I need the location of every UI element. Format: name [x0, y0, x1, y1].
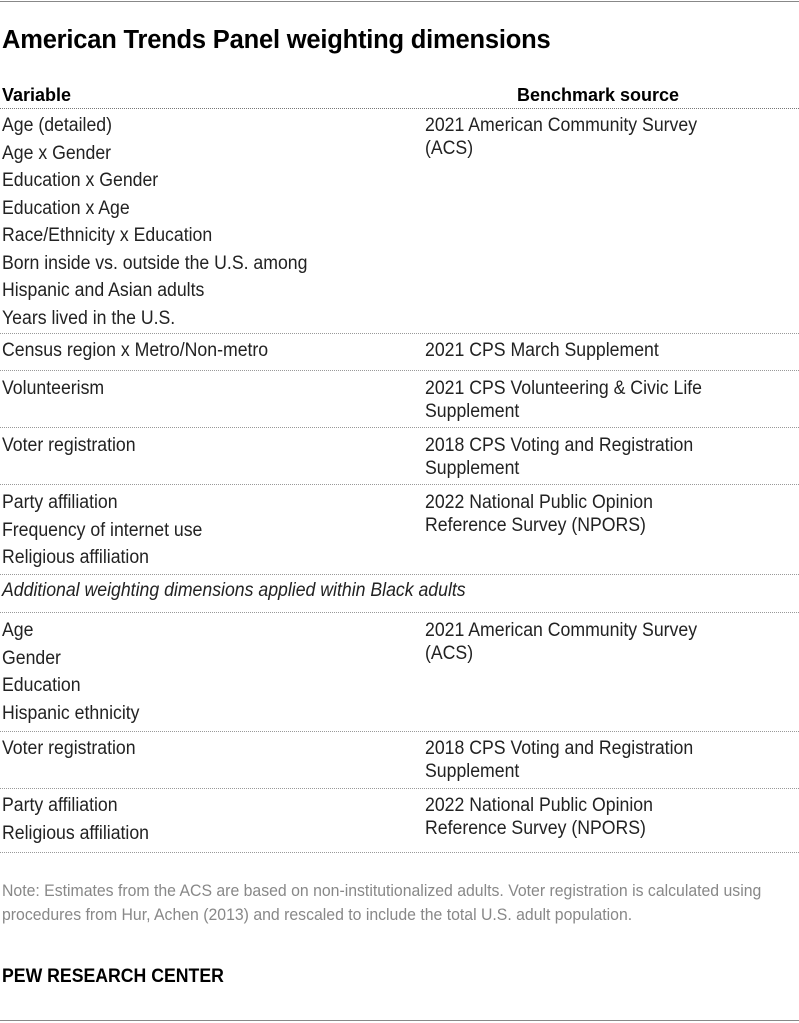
source-cell: 2021 American Community Survey (ACS) — [425, 114, 795, 160]
source-line: 2022 National Public Opinion — [425, 795, 653, 816]
row-divider — [0, 788, 799, 789]
variable-item: Census region x Metro/Non-metro — [2, 340, 269, 361]
source-cell: 2018 CPS Voting and Registration Suppleme… — [425, 434, 795, 480]
header-divider — [0, 108, 799, 109]
variable-item: Age x Gender — [2, 142, 112, 164]
row-divider — [0, 612, 799, 613]
row-divider — [0, 427, 799, 428]
brand-label: PEW RESEARCH CENTER — [2, 966, 224, 987]
variable-cell: Age Gender Education Hispanic ethnicity — [2, 617, 150, 727]
source-cell: 2021 CPS March Supplement — [425, 339, 795, 362]
variable-item: Hispanic and Asian adults — [2, 280, 205, 301]
source-line: 2018 CPS Voting and Registration — [425, 435, 694, 456]
top-rule — [0, 1, 799, 2]
source-cell: 2021 American Community Survey (ACS) — [425, 619, 795, 665]
variable-item: Religious affiliation — [2, 822, 150, 844]
variable-item: Gender — [2, 647, 61, 669]
variable-item: Born inside vs. outside the U.S. among — [2, 252, 308, 274]
page-title: American Trends Panel weighting dimensio… — [2, 26, 551, 54]
variable-item: Party affiliation — [2, 492, 118, 513]
source-line: 2021 CPS Volunteering & Civic Life — [425, 378, 702, 399]
variable-item: Party affiliation — [2, 795, 118, 816]
source-line: Supplement — [425, 401, 520, 422]
row-divider — [0, 852, 799, 853]
variable-item: Volunteerism — [2, 378, 105, 399]
variable-cell: Voter registration — [2, 432, 146, 460]
variable-item: Race/Ethnicity x Education — [2, 225, 213, 246]
variable-cell: Party affiliation Religious affiliation — [2, 792, 160, 847]
source-cell: 2021 CPS Volunteering & Civic Life Supple… — [425, 377, 795, 423]
source-line: Supplement — [425, 458, 520, 479]
variable-cell: Volunteerism — [2, 375, 112, 403]
variable-item: Education x Gender — [2, 170, 159, 191]
source-line: (ACS) — [425, 643, 474, 664]
source-line: Reference Survey (NPORS) — [425, 515, 646, 536]
subheading: Additional weighting dimensions applied … — [2, 580, 466, 601]
source-cell: 2018 CPS Voting and Registration Suppleme… — [425, 737, 795, 783]
source-line: Reference Survey (NPORS) — [425, 818, 646, 839]
row-divider — [0, 574, 799, 575]
row-divider — [0, 370, 799, 371]
variable-item: Age (detailed) — [2, 115, 113, 136]
variable-item: Years lived in the U.S. — [2, 307, 176, 329]
variable-item: Education x Age — [2, 197, 130, 219]
source-line: 2021 American Community Survey — [425, 620, 698, 641]
variable-item: Age — [2, 620, 34, 641]
source-cell: 2022 National Public Opinion Reference Su… — [425, 794, 795, 840]
row-divider — [0, 484, 799, 485]
variable-item: Education — [2, 675, 81, 696]
variable-item: Religious affiliation — [2, 547, 150, 568]
column-header-variable: Variable — [2, 85, 72, 105]
variable-item: Voter registration — [2, 435, 136, 456]
variable-item: Frequency of internet use — [2, 519, 203, 541]
variable-item: Hispanic ethnicity — [2, 702, 140, 724]
source-line: 2022 National Public Opinion — [425, 492, 653, 513]
source-line: 2021 American Community Survey — [425, 115, 698, 136]
variable-cell: Voter registration — [2, 735, 146, 763]
source-line: Supplement — [425, 761, 520, 782]
source-cell: 2022 National Public Opinion Reference Su… — [425, 491, 795, 537]
bottom-rule — [0, 1020, 799, 1021]
source-line: 2021 CPS March Supplement — [425, 340, 659, 361]
source-line: 2018 CPS Voting and Registration — [425, 738, 694, 759]
variable-cell: Age (detailed) Age x Gender Education x Ge… — [2, 112, 330, 332]
note: Note: Estimates from the ACS are based o… — [2, 881, 762, 924]
row-divider — [0, 333, 799, 334]
variable-cell: Party affiliation Frequency of internet u… — [2, 489, 217, 572]
row-divider — [0, 731, 799, 732]
variable-cell: Census region x Metro/Non-metro — [2, 337, 288, 365]
variable-item: Voter registration — [2, 738, 136, 759]
source-line: (ACS) — [425, 138, 474, 159]
column-header-source: Benchmark source — [517, 85, 680, 105]
